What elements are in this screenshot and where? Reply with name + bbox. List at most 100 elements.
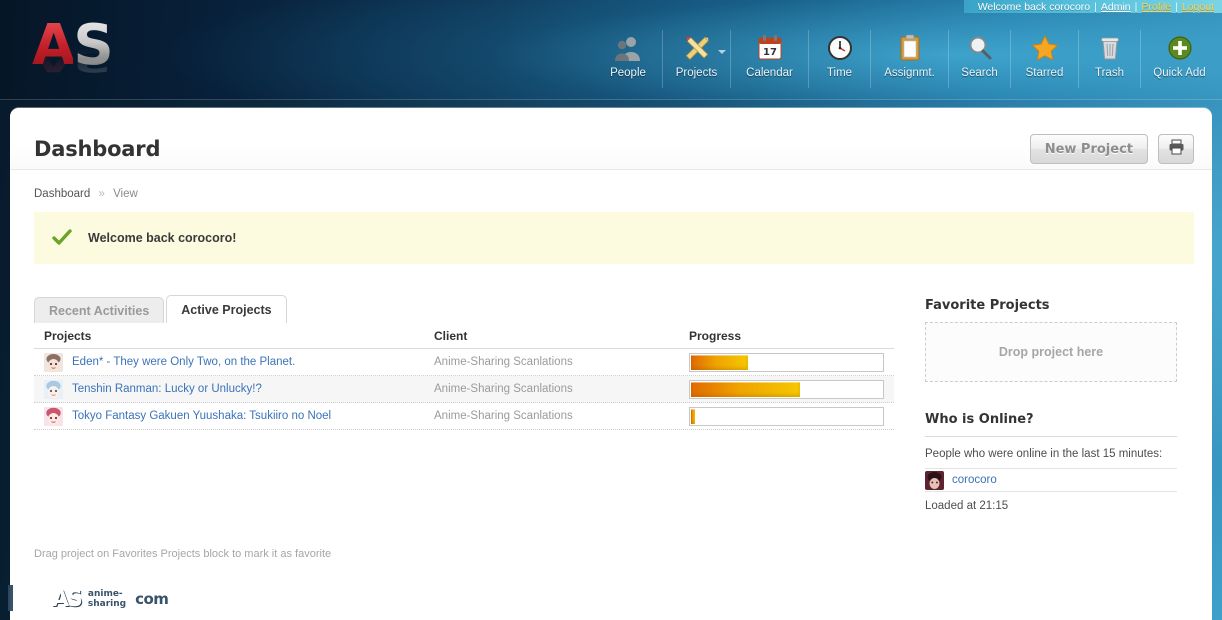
progress-bar — [689, 352, 884, 372]
progress-bar — [689, 406, 884, 426]
nav-label-time: Time — [826, 67, 853, 79]
nav-label-projects: Projects — [675, 67, 718, 79]
separator-2: | — [1134, 0, 1138, 13]
new-project-button[interactable]: New Project — [1029, 134, 1148, 164]
page-header: Dashboard New Project — [10, 108, 1212, 170]
welcome-notice-text: Welcome back corocoro! — [88, 231, 237, 245]
progress-bar-fill — [691, 354, 749, 370]
separator-3: | — [1175, 0, 1178, 13]
profile-link[interactable]: Profile — [1141, 1, 1171, 13]
breadcrumb: Dashboard » View — [34, 188, 138, 200]
client-cell: Anime-Sharing Scanlations — [434, 410, 573, 422]
nav-label-starred: Starred — [1025, 67, 1064, 79]
nav-item-quick-add[interactable]: Quick Add — [1140, 30, 1218, 88]
print-button[interactable] — [1158, 134, 1194, 164]
nav-item-assignments[interactable]: Assignmt. — [870, 30, 948, 88]
tab-bar: Recent Activities Active Projects — [34, 295, 287, 323]
avatar — [44, 379, 63, 399]
magnifier-icon — [965, 33, 995, 63]
right-sidebar: Favorite Projects Drop project here Who … — [925, 298, 1187, 512]
site-watermark: AS anime- sharing com — [8, 584, 172, 614]
online-lead-text: People who were online in the last 15 mi… — [925, 448, 1163, 460]
printer-icon — [1168, 139, 1185, 159]
people-icon — [613, 33, 643, 63]
client-cell: Anime-Sharing Scanlations — [434, 383, 573, 395]
plus-circle-icon — [1165, 33, 1195, 63]
project-cell: Tenshin Ranman: Lucky or Unlucky!? — [44, 379, 434, 399]
calendar-icon: 17 — [755, 33, 785, 63]
header-actions: New Project — [1029, 134, 1194, 164]
client-cell: Anime-Sharing Scanlations — [434, 356, 573, 368]
progress-bar — [689, 379, 884, 399]
top-navigation: People Projects 17 Calendar Time Assignm… — [594, 26, 1218, 88]
top-banner: Welcome back corocoro | Admin | Profile … — [0, 0, 1222, 100]
welcome-text: Welcome back corocoro — [977, 0, 1091, 13]
table-row[interactable]: Eden* - They were Only Two, on the Plane… — [34, 349, 894, 376]
nav-item-people[interactable]: People — [594, 30, 662, 88]
watermark-text: anime- sharing com — [84, 589, 172, 609]
breadcrumb-chevron-icon: » — [98, 188, 105, 200]
project-link[interactable]: Tokyo Fantasy Gakuen Yuushaka: Tsukiiro … — [72, 410, 331, 422]
online-user-row[interactable]: corocoro — [925, 468, 1177, 492]
tab-recent-activities[interactable]: Recent Activities — [34, 297, 165, 323]
logo-reflection: AS — [32, 42, 112, 78]
nav-label-people: People — [610, 67, 646, 79]
dropzone-label: Drop project here — [998, 345, 1104, 359]
table-header-row: Projects Client Progress — [34, 323, 894, 349]
watermark-tld: com — [132, 590, 172, 608]
watermark-line1: anime- — [84, 589, 130, 599]
favorites-hint: Drag project on Favorites Projects block… — [34, 548, 332, 560]
nav-label-quick-add: Quick Add — [1153, 67, 1206, 79]
green-check-icon — [52, 229, 72, 247]
project-cell: Tokyo Fantasy Gakuen Yuushaka: Tsukiiro … — [44, 406, 434, 426]
favorites-dropzone[interactable]: Drop project here — [925, 322, 1177, 382]
site-logo[interactable]: AS AS — [32, 18, 128, 96]
svg-text:17: 17 — [763, 47, 777, 58]
clipboard-icon — [895, 33, 925, 63]
separator-1: | — [1094, 0, 1097, 13]
avatar — [44, 406, 63, 426]
progress-cell — [689, 379, 889, 399]
progress-cell — [689, 406, 889, 426]
project-link[interactable]: Tenshin Ranman: Lucky or Unlucky!? — [72, 383, 262, 395]
chevron-down-icon[interactable] — [718, 50, 726, 54]
table-row[interactable]: Tenshin Ranman: Lucky or Unlucky!? Anime… — [34, 376, 894, 403]
page-title: Dashboard — [34, 137, 161, 161]
tab-active-projects[interactable]: Active Projects — [166, 295, 287, 323]
progress-cell — [689, 352, 889, 372]
avatar — [44, 352, 63, 372]
account-strip: Welcome back corocoro | Admin | Profile … — [963, 0, 1222, 13]
projects-icon — [682, 33, 712, 63]
progress-bar-fill — [691, 381, 800, 397]
progress-bar-fill — [691, 408, 695, 424]
watermark-line2: sharing — [84, 599, 130, 609]
nav-item-search[interactable]: Search — [948, 30, 1010, 88]
star-icon — [1030, 33, 1060, 63]
online-user-link[interactable]: corocoro — [952, 474, 997, 486]
avatar — [925, 470, 944, 490]
nav-item-trash[interactable]: Trash — [1078, 30, 1140, 88]
nav-label-assignments: Assignmt. — [884, 67, 935, 79]
nav-item-time[interactable]: Time — [808, 30, 870, 88]
column-header-client: Client — [434, 328, 468, 343]
breadcrumb-current: View — [113, 188, 138, 200]
who-is-online-title: Who is Online? — [925, 412, 1034, 427]
column-header-projects: Projects — [44, 328, 92, 343]
nav-label-calendar: Calendar — [746, 67, 793, 79]
loaded-at-text: Loaded at 21:15 — [925, 500, 1009, 512]
nav-item-starred[interactable]: Starred — [1010, 30, 1078, 88]
sidebar-divider — [925, 436, 1177, 437]
nav-item-calendar[interactable]: 17 Calendar — [730, 30, 808, 88]
watermark-mark: AS — [52, 586, 83, 612]
table-row[interactable]: Tokyo Fantasy Gakuen Yuushaka: Tsukiiro … — [34, 403, 894, 430]
admin-link[interactable]: Admin — [1101, 1, 1131, 13]
column-header-progress: Progress — [689, 328, 742, 343]
nav-label-trash: Trash — [1095, 67, 1124, 79]
breadcrumb-root[interactable]: Dashboard — [34, 188, 90, 200]
trash-icon — [1095, 33, 1125, 63]
project-link[interactable]: Eden* - They were Only Two, on the Plane… — [72, 356, 295, 368]
project-cell: Eden* - They were Only Two, on the Plane… — [44, 352, 434, 372]
logout-link[interactable]: Logout — [1182, 1, 1214, 13]
clock-icon — [825, 33, 855, 63]
nav-item-projects[interactable]: Projects — [662, 30, 730, 88]
